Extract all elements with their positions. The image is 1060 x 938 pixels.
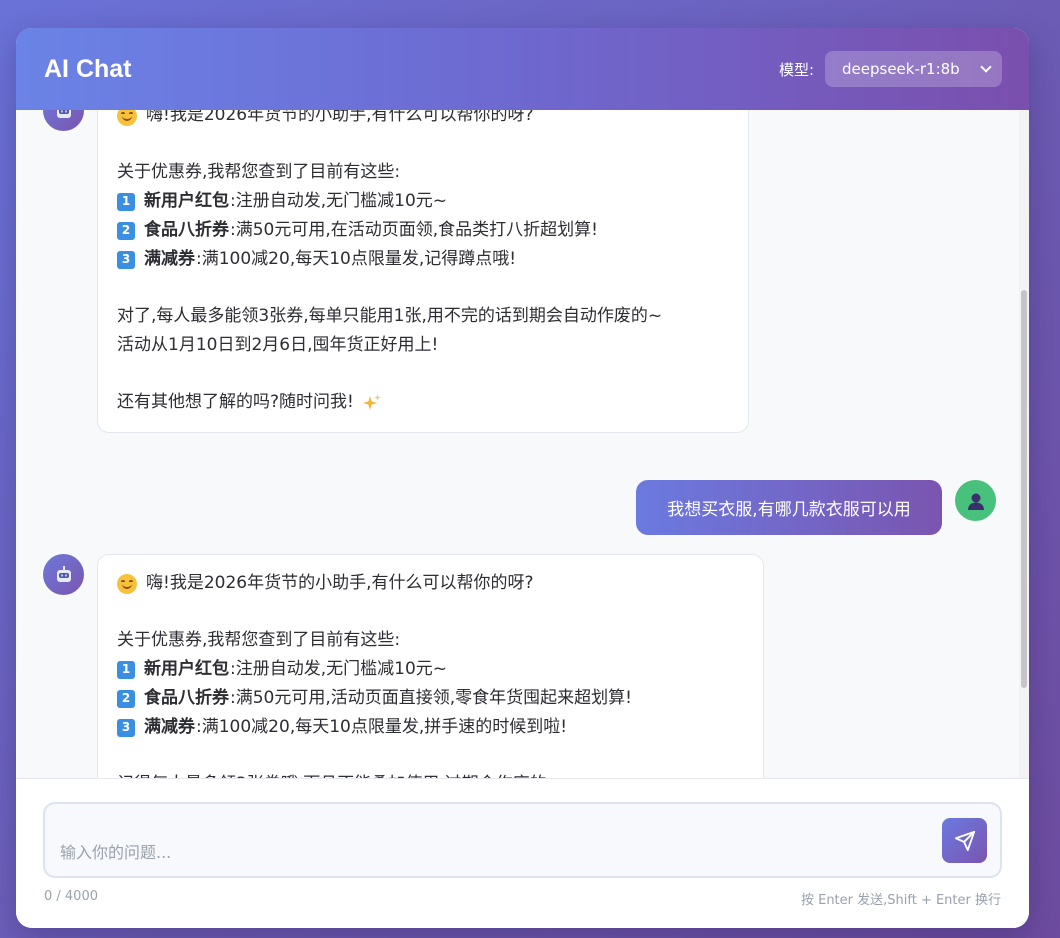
- coupon-item: 1 新用户红包: 注册自动发,无门槛减10元~: [117, 187, 729, 216]
- number-2-icon: 2: [117, 221, 135, 240]
- send-button[interactable]: [942, 818, 987, 863]
- model-label: 模型:: [778, 60, 814, 79]
- message-line: 还有其他想了解的吗?随时问我!: [117, 388, 729, 417]
- header: AI Chat 模型: deepseek-r1:8b: [16, 28, 1029, 110]
- app-title: AI Chat: [44, 54, 132, 83]
- message-line: 关于优惠券,我帮您查到了目前有这些:: [117, 162, 401, 182]
- coupon-name: 满减券: [144, 717, 195, 737]
- message-line: 活动从1月10日到2月6日,囤年货正好用上!: [117, 335, 439, 355]
- input-area: 输入你的问题... 0 / 4000 按 Enter 发送,Shift + En…: [16, 778, 1029, 928]
- message-line: 记得每人最多领3张券哦,而且不能叠加使用,过期会作废的~: [117, 770, 744, 778]
- user-icon: [967, 493, 984, 510]
- robot-icon: [56, 110, 71, 118]
- number-1-icon: 1: [117, 192, 135, 211]
- coupon-name: 满减券: [144, 249, 195, 269]
- coupon-item: 1 新用户红包: 注册自动发,无门槛减10元~: [117, 655, 744, 684]
- sparkles-icon: [362, 393, 381, 410]
- number-3-icon: 3: [117, 250, 135, 269]
- smile-emoji-icon: [117, 110, 137, 126]
- smile-emoji-icon: [117, 573, 137, 594]
- bot-message-bubble: 嗨!我是2026年货节的小助手,有什么可以帮你的呀? 关于优惠券,我帮您查到了目…: [97, 554, 764, 778]
- message-line: 对了,每人最多能领3张券,每单只能用1张,用不完的话到期会自动作废的~: [117, 306, 663, 326]
- user-message-bubble: 我想买衣服,有哪几款衣服可以用: [636, 480, 942, 535]
- coupon-name: 食品八折券: [144, 220, 229, 240]
- message-list[interactable]: 嗨!我是2026年货节的小助手,有什么可以帮你的呀? 关于优惠券,我帮您查到了目…: [16, 110, 1029, 778]
- robot-icon: [56, 565, 71, 582]
- message-line: 关于优惠券,我帮您查到了目前有这些:: [117, 630, 401, 650]
- number-1-icon: 1: [117, 660, 135, 679]
- scrollbar-track[interactable]: [1019, 110, 1029, 778]
- user-avatar: [955, 480, 996, 521]
- char-count: 0 / 4000: [44, 889, 98, 904]
- message-line: 嗨!我是2026年货节的小助手,有什么可以帮你的呀?: [117, 569, 744, 598]
- scrollbar-thumb[interactable]: [1021, 290, 1027, 688]
- model-selector-group: 模型: deepseek-r1:8b: [779, 51, 1002, 87]
- coupon-name: 新用户红包: [144, 659, 229, 679]
- coupon-name: 食品八折券: [144, 688, 229, 708]
- coupon-name: 新用户红包: [144, 191, 229, 211]
- send-icon: [954, 830, 975, 851]
- coupon-item: 2 食品八折券: 满50元可用,在活动页面领,食品类打八折超划算!: [117, 216, 729, 245]
- bot-message-bubble: 嗨!我是2026年货节的小助手,有什么可以帮你的呀? 关于优惠券,我帮您查到了目…: [97, 110, 749, 433]
- model-select[interactable]: deepseek-r1:8b: [825, 51, 1002, 87]
- bot-avatar: [43, 110, 84, 131]
- coupon-item: 2 食品八折券: 满50元可用,活动页面直接领,零食年货囤起来超划算!: [117, 684, 744, 713]
- bot-avatar: [43, 554, 84, 595]
- message-input[interactable]: 输入你的问题...: [43, 802, 1002, 878]
- message-input-placeholder: 输入你的问题...: [60, 843, 172, 862]
- coupon-item: 3 满减券: 满100减20,每天10点限量发,拼手速的时候到啦!: [117, 713, 744, 742]
- chat-window: AI Chat 模型: deepseek-r1:8b 嗨!我是2026年货节的小…: [16, 28, 1029, 928]
- coupon-item: 3 满减券: 满100减20,每天10点限量发,记得蹲点哦!: [117, 245, 729, 274]
- number-2-icon: 2: [117, 689, 135, 708]
- model-select-value: deepseek-r1:8b: [842, 60, 960, 78]
- send-hint: 按 Enter 发送,Shift + Enter 换行: [800, 893, 1001, 908]
- message-line: 嗨!我是2026年货节的小助手,有什么可以帮你的呀?: [117, 110, 729, 130]
- chevron-down-icon: [980, 60, 992, 73]
- number-3-icon: 3: [117, 718, 135, 737]
